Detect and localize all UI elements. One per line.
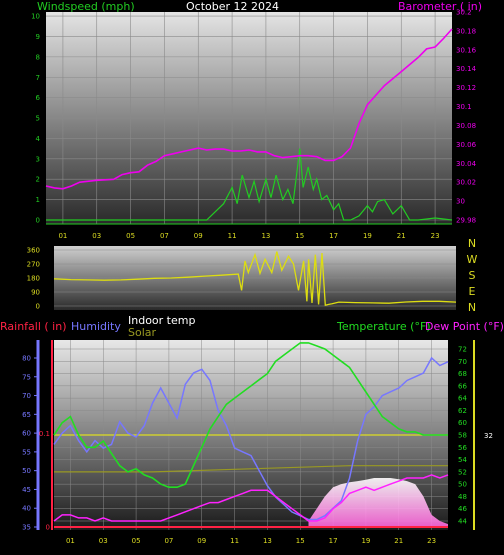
humidity-tick-label: 65	[22, 411, 31, 419]
dewpoint-label: Dew Point (°F)	[425, 320, 504, 333]
humidity-tick-label: 70	[22, 392, 31, 400]
hour-tick-label: 07	[160, 232, 169, 240]
compass-label: N	[468, 237, 476, 250]
barometer-tick-label: 30.06	[456, 141, 477, 149]
barometer-tick-label: 30.08	[456, 122, 476, 130]
wind-tick-label: 0	[36, 217, 40, 225]
hour-tick-label: 09	[194, 232, 203, 240]
rain-tick-label: 0.1	[39, 430, 50, 438]
temp-tick-label: 70	[458, 358, 467, 366]
wind-tick-label: 6	[36, 94, 41, 102]
weather-dashboard: Windspeed (mph) October 12 2024 Baromete…	[0, 0, 504, 545]
hour-tick-label: 03	[92, 232, 101, 240]
compass-label: W	[467, 253, 478, 266]
temperature-label: Temperature (°F)	[336, 320, 431, 333]
hour-tick-label: 17	[329, 537, 338, 545]
humidity-tick-label: 45	[22, 486, 31, 494]
barometer-tick-label: 30.12	[456, 84, 476, 92]
hour-tick-label: 15	[295, 232, 304, 240]
compass-label: N	[468, 301, 476, 314]
temp-tick-label: 58	[458, 432, 467, 440]
hour-tick-label: 01	[66, 537, 75, 545]
freezing-marker-label: 32	[484, 432, 493, 440]
direction-tick-label: 0	[36, 303, 40, 311]
humidity-tick-label: 60	[22, 430, 31, 438]
barometer-tick-label: 30.02	[456, 179, 476, 187]
hour-tick-label: 11	[230, 537, 239, 545]
hour-tick-label: 17	[329, 232, 338, 240]
wind-tick-label: 8	[36, 53, 40, 61]
rainfall-label: Rainfall ( in)	[0, 320, 67, 333]
hour-tick-label: 03	[99, 537, 108, 545]
hour-tick-label: 15	[296, 537, 305, 545]
barometer-tick-label: 29.98	[456, 217, 476, 225]
humidity-tick-label: 50	[22, 467, 31, 475]
rain-tick-label: 0	[46, 524, 50, 532]
hour-tick-label: 23	[431, 232, 440, 240]
hour-tick-label: 19	[363, 232, 372, 240]
temp-tick-label: 54	[458, 456, 467, 464]
hour-tick-label: 05	[132, 537, 141, 545]
temp-tick-label: 68	[458, 370, 467, 378]
temp-tick-label: 60	[458, 419, 467, 427]
wind-tick-label: 3	[36, 155, 40, 163]
barometer-tick-label: 30.04	[456, 160, 477, 168]
wind-tick-label: 7	[36, 74, 40, 82]
barometer-tick-label: 30	[456, 198, 465, 206]
hour-tick-label: 13	[263, 537, 272, 545]
hour-tick-label: 09	[197, 537, 206, 545]
temp-tick-label: 66	[458, 382, 467, 390]
direction-tick-label: 180	[27, 275, 40, 283]
temp-tick-label: 72	[458, 346, 467, 354]
direction-panel-ticks: 360 270 180 90 0	[27, 247, 40, 311]
barometer-tick-label: 30.18	[456, 27, 476, 35]
hour-tick-label: 21	[397, 232, 406, 240]
compass-label: E	[469, 285, 476, 298]
barometer-tick-label: 30.14	[456, 65, 477, 73]
barometer-tick-label: 30.1	[456, 103, 472, 111]
humidity-tick-label: 35	[22, 524, 31, 532]
temp-tick-label: 48	[458, 493, 467, 501]
temp-tick-label: 62	[458, 407, 467, 415]
temp-tick-label: 50	[458, 481, 467, 489]
humidity-tick-label: 40	[22, 505, 31, 513]
wind-tick-label: 2	[36, 176, 40, 184]
temp-tick-label: 64	[458, 395, 467, 403]
wind-tick-label: 10	[31, 13, 40, 21]
temp-tick-label: 52	[458, 468, 467, 476]
direction-tick-label: 270	[27, 261, 40, 269]
wind-tick-label: 5	[36, 115, 40, 123]
wind-tick-label: 4	[36, 135, 41, 143]
hour-tick-label: 11	[228, 232, 237, 240]
hour-tick-label: 07	[164, 537, 173, 545]
temp-tick-label: 46	[458, 505, 467, 513]
solar-label: Solar	[128, 326, 157, 339]
wind-tick-label: 1	[36, 196, 40, 204]
direction-tick-label: 90	[31, 289, 40, 297]
humidity-label: Humidity	[71, 320, 121, 333]
compass-label: S	[469, 269, 476, 282]
hour-tick-label: 23	[427, 537, 436, 545]
hour-tick-label: 05	[126, 232, 135, 240]
wind-tick-label: 9	[36, 33, 40, 41]
hour-tick-label: 19	[361, 537, 370, 545]
humidity-tick-label: 55	[22, 448, 31, 456]
hour-tick-label: 21	[394, 537, 403, 545]
hour-tick-label: 13	[261, 232, 270, 240]
humidity-tick-label: 80	[22, 355, 31, 363]
date-title: October 12 2024	[186, 0, 279, 13]
hour-tick-label: 01	[58, 232, 67, 240]
barometer-tick-label: 30.2	[456, 9, 472, 17]
temp-tick-label: 44	[458, 518, 467, 526]
direction-tick-label: 360	[27, 247, 40, 255]
windspeed-label: Windspeed (mph)	[37, 0, 135, 13]
compass-labels: NWSEN	[467, 237, 478, 314]
humidity-tick-label: 75	[22, 373, 31, 381]
temp-tick-label: 56	[458, 444, 467, 452]
barometer-tick-label: 30.16	[456, 46, 477, 54]
